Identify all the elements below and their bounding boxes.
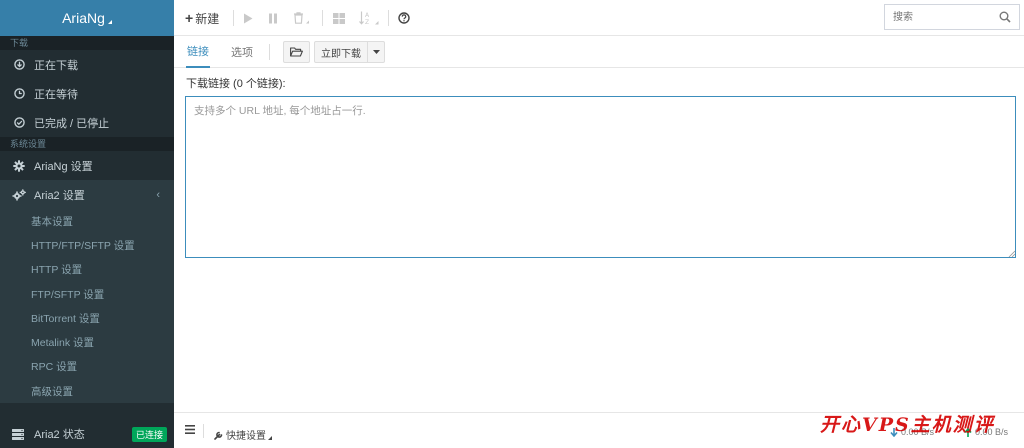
toolbar-divider [388, 10, 389, 26]
pause-button[interactable] [268, 0, 278, 36]
folder-open-icon [290, 47, 303, 57]
watermark: 开心VPS主机测评 [820, 414, 995, 436]
sidebar-subitem-advanced[interactable]: 高级设置 [0, 379, 174, 403]
plus-icon: + [185, 10, 194, 26]
status-badge: 已连接 [131, 427, 167, 442]
clock-icon [12, 88, 26, 99]
sidebar-item-label: Aria2 设置 [34, 189, 85, 202]
chevron-left-icon: ‹ [156, 189, 160, 201]
svg-text:Z: Z [365, 19, 369, 25]
search-input[interactable] [885, 5, 995, 29]
open-file-button[interactable] [283, 41, 310, 63]
sidebar-item-label: 已完成 / 已停止 [34, 117, 110, 130]
pause-icon [269, 13, 277, 23]
aria2-settings-submenu: 基本设置 HTTP/FTP/SFTP 设置 HTTP 设置 FTP/SFTP 设… [0, 209, 174, 404]
th-large-icon [333, 12, 345, 24]
sidebar-item-label: 正在等待 [34, 88, 78, 101]
sidebar-item-aria2-settings[interactable]: Aria2 设置 ‹ [0, 180, 174, 209]
sidebar-subitem-http-ftp-sftp[interactable]: HTTP/FTP/SFTP 设置 [0, 233, 174, 257]
wrench-icon [214, 431, 223, 440]
toolbar-divider [233, 10, 234, 26]
trash-icon [294, 12, 309, 24]
corner-caret-icon [268, 435, 272, 440]
toolbar-divider [322, 10, 323, 26]
arrow-circle-down-icon [12, 59, 26, 70]
sidebar-item-label: Aria2 状态 [34, 429, 85, 441]
tab-options[interactable]: 选项 [231, 36, 253, 68]
resize-handle-icon[interactable] [1008, 250, 1015, 257]
download-now-button[interactable]: 立即下载 [314, 41, 368, 63]
sidebar-subitem-metalink[interactable]: Metalink 设置 [0, 330, 174, 354]
tab-links[interactable]: 链接 [186, 36, 210, 68]
search-icon[interactable] [999, 11, 1011, 23]
question-circle-icon [398, 12, 410, 24]
brand-logo[interactable]: AriaNg [0, 0, 174, 36]
tabs-divider [269, 44, 270, 60]
play-icon [244, 13, 253, 23]
sidebar-item-label: 正在下载 [34, 59, 78, 72]
sidebar-section-settings: 系统设置 [0, 137, 174, 151]
sidebar-subitem-rpc[interactable]: RPC 设置 [0, 355, 174, 379]
sidebar-subitem-ftp-sftp[interactable]: FTP/SFTP 设置 [0, 282, 174, 306]
url-textarea[interactable] [185, 96, 1016, 258]
sidebar-subitem-http[interactable]: HTTP 设置 [0, 258, 174, 282]
new-task-label: 新建 [195, 11, 220, 26]
sidebar-item-stopped[interactable]: 已完成 / 已停止 [0, 108, 174, 137]
sidebar-item-waiting[interactable]: 正在等待 [0, 79, 174, 108]
new-task-button[interactable]: + 新建 [185, 0, 219, 36]
sort-alpha-icon: AZ [359, 11, 379, 25]
menu-bars-icon[interactable] [185, 425, 195, 434]
corner-caret-icon [107, 20, 112, 24]
sidebar-subitem-bittorrent[interactable]: BitTorrent 设置 [0, 306, 174, 330]
footer-divider [203, 424, 204, 438]
quick-settings-button[interactable]: 快捷设置 [214, 427, 272, 442]
sidebar: AriaNg 下载 正在下载 正在等待 已完成 / 已停止 系统设置 AriaN… [0, 0, 174, 448]
help-button[interactable] [398, 0, 410, 36]
sidebar-subitem-basic[interactable]: 基本设置 [0, 209, 174, 233]
gears-icon [12, 188, 26, 201]
start-button[interactable] [243, 0, 253, 36]
server-icon [12, 428, 26, 440]
quick-settings-label: 快捷设置 [226, 431, 266, 442]
search-box [884, 4, 1020, 30]
sidebar-item-downloading[interactable]: 正在下载 [0, 50, 174, 79]
sidebar-item-label: AriaNg 设置 [34, 160, 93, 173]
view-toggle-button[interactable] [333, 0, 345, 36]
new-task-tabs: 链接 选项 立即下载 [174, 36, 1024, 68]
svg-text:A: A [365, 12, 370, 19]
app-title: AriaNg [62, 10, 105, 26]
sidebar-item-aria2-status[interactable]: Aria2 状态 已连接 [0, 420, 174, 448]
caret-down-icon [372, 50, 380, 54]
gear-icon [12, 159, 26, 172]
toolbar: + 新建 AZ [174, 0, 1024, 36]
delete-button[interactable] [293, 0, 309, 36]
sort-button[interactable]: AZ [359, 0, 379, 36]
check-circle-icon [12, 117, 26, 128]
sidebar-item-ariang-settings[interactable]: AriaNg 设置 [0, 151, 174, 180]
download-options-dropdown[interactable] [367, 41, 385, 63]
sidebar-section-download: 下载 [0, 36, 174, 50]
links-count-label: 下载链接 (0 个链接): [186, 78, 286, 90]
